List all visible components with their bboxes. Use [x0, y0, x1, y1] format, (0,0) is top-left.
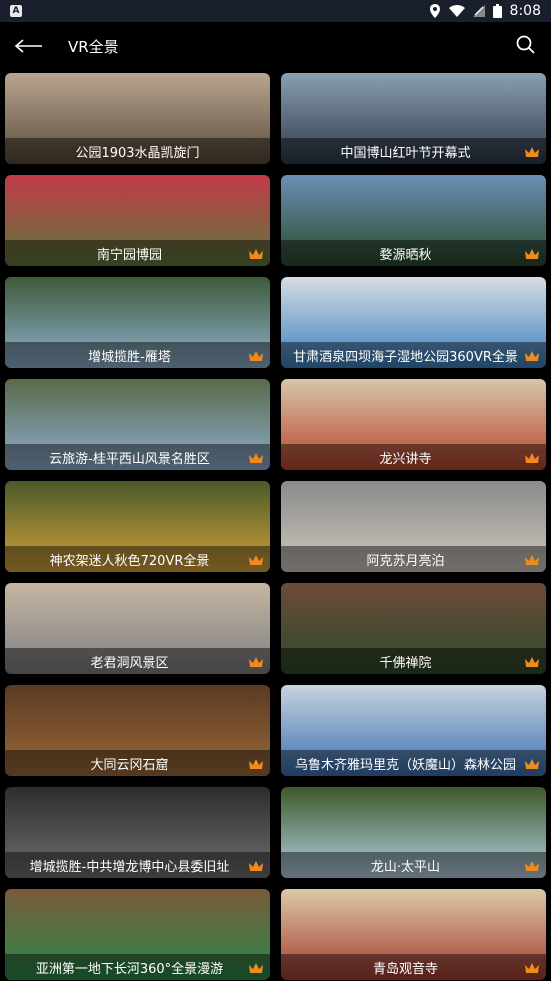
panorama-title: 大同云冈石窟: [5, 750, 270, 776]
crown-icon: [249, 657, 263, 667]
panorama-card[interactable]: 婺源晒秋: [281, 175, 546, 266]
panorama-title: 青岛观音寺: [281, 954, 546, 980]
panorama-title: 千佛禅院: [281, 648, 546, 674]
panorama-title: 增城揽胜-中共增龙博中心县委旧址: [5, 852, 270, 878]
panorama-title: 婺源晒秋: [281, 240, 546, 266]
crown-icon: [525, 453, 539, 463]
panorama-card[interactable]: 阿克苏月亮泊: [281, 481, 546, 572]
back-arrow-icon: [14, 39, 42, 53]
panorama-card[interactable]: 中国博山红叶节开幕式: [281, 73, 546, 164]
panorama-card[interactable]: 乌鲁木齐雅玛里克（妖魔山）森林公园: [281, 685, 546, 776]
panorama-title: 龙兴讲寺: [281, 444, 546, 470]
crown-icon: [525, 555, 539, 565]
panorama-title: 增城揽胜-雁塔: [5, 342, 270, 368]
app-header: VR全景: [0, 22, 551, 70]
clock: 8:08: [509, 3, 541, 19]
panorama-title: 老君洞风景区: [5, 648, 270, 674]
panorama-card[interactable]: 增城揽胜-中共增龙博中心县委旧址: [5, 787, 270, 878]
panorama-card[interactable]: 甘肃酒泉四坝海子湿地公园360VR全景: [281, 277, 546, 368]
panorama-card[interactable]: 龙兴讲寺: [281, 379, 546, 470]
panorama-card[interactable]: 亚洲第一地下长河360°全景漫游: [5, 889, 270, 980]
panorama-card[interactable]: 大同云冈石窟: [5, 685, 270, 776]
crown-icon: [249, 555, 263, 565]
crown-icon: [249, 963, 263, 973]
app-notification-icon: A: [10, 5, 22, 17]
crown-icon: [525, 759, 539, 769]
crown-icon: [249, 861, 263, 871]
panorama-card[interactable]: 龙山·太平山: [281, 787, 546, 878]
panorama-title: 公园1903水晶凯旋门: [5, 138, 270, 164]
crown-icon: [525, 861, 539, 871]
panorama-title: 阿克苏月亮泊: [281, 546, 546, 572]
panorama-title: 南宁园博园: [5, 240, 270, 266]
panorama-card[interactable]: 云旅游-桂平西山风景名胜区: [5, 379, 270, 470]
battery-icon: [492, 4, 502, 18]
crown-icon: [525, 249, 539, 259]
wifi-icon: [448, 5, 465, 17]
crown-icon: [249, 249, 263, 259]
back-button[interactable]: [14, 34, 48, 58]
crown-icon: [525, 351, 539, 361]
crown-icon: [525, 657, 539, 667]
crown-icon: [249, 453, 263, 463]
panorama-title: 神农架迷人秋色720VR全景: [5, 546, 270, 572]
search-icon: [516, 35, 535, 54]
panorama-title: 龙山·太平山: [281, 852, 546, 878]
crown-icon: [249, 759, 263, 769]
panorama-title: 云旅游-桂平西山风景名胜区: [5, 444, 270, 470]
location-icon: [429, 4, 440, 18]
panorama-card[interactable]: 公园1903水晶凯旋门: [5, 73, 270, 164]
panorama-card[interactable]: 千佛禅院: [281, 583, 546, 674]
panorama-title: 乌鲁木齐雅玛里克（妖魔山）森林公园: [281, 750, 546, 776]
crown-icon: [249, 351, 263, 361]
vr-panorama-grid: 公园1903水晶凯旋门 中国博山红叶节开幕式南宁园博园 婺源晒秋增城揽胜-雁塔 甘肃酒…: [5, 73, 546, 980]
crown-icon: [525, 963, 539, 973]
panorama-title: 中国博山红叶节开幕式: [281, 138, 546, 164]
panorama-card[interactable]: 增城揽胜-雁塔: [5, 277, 270, 368]
panorama-card[interactable]: 神农架迷人秋色720VR全景: [5, 481, 270, 572]
panorama-title: 亚洲第一地下长河360°全景漫游: [5, 954, 270, 980]
panorama-card[interactable]: 老君洞风景区: [5, 583, 270, 674]
crown-icon: [525, 147, 539, 157]
page-title: VR全景: [68, 37, 119, 56]
search-button[interactable]: [515, 34, 539, 58]
panorama-card[interactable]: 青岛观音寺: [281, 889, 546, 980]
panorama-title: 甘肃酒泉四坝海子湿地公园360VR全景: [281, 342, 546, 368]
signal-icon: [472, 5, 485, 17]
panorama-card[interactable]: 南宁园博园: [5, 175, 270, 266]
status-bar: A 8:08: [0, 0, 551, 22]
